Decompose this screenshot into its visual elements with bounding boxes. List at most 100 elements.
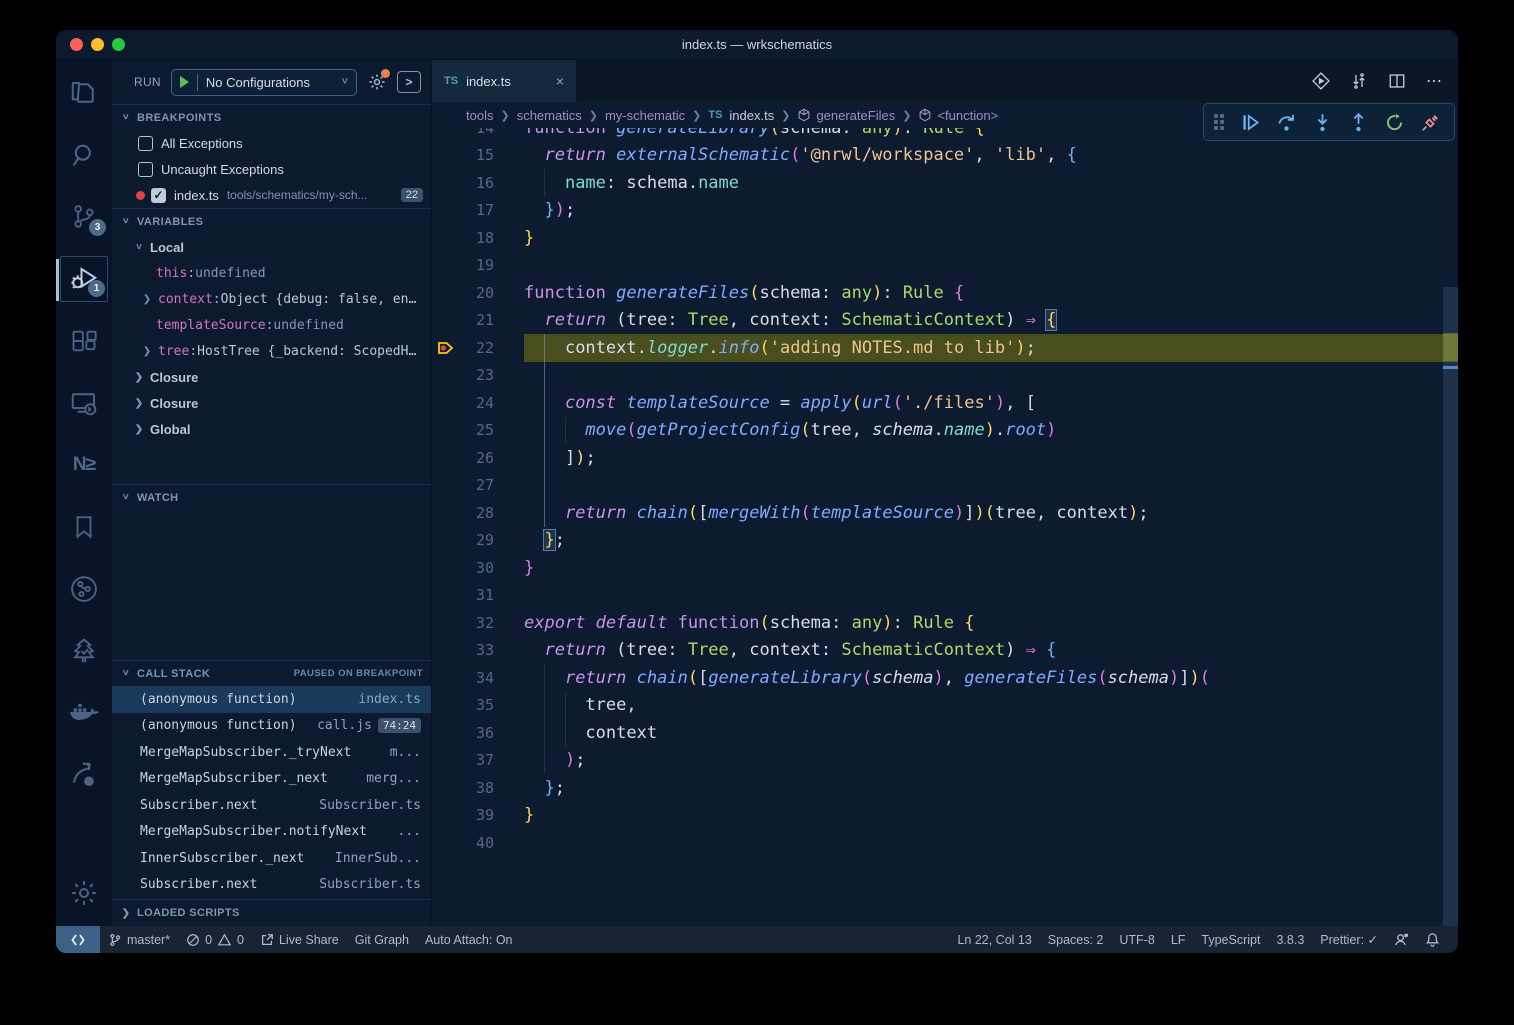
restart-button[interactable] <box>1385 113 1404 132</box>
code-line[interactable]: 24 const templateSource = apply(url('./f… <box>432 389 1458 417</box>
run-debug-icon[interactable]: 1 <box>60 256 108 302</box>
breadcrumb-item[interactable]: my-schematic <box>605 108 685 123</box>
cursor-position-status[interactable]: Ln 22, Col 13 <box>949 926 1039 953</box>
call-stack-frame[interactable]: InnerSubscriber._nextInnerSub... <box>112 845 431 872</box>
open-changes-icon[interactable] <box>1350 72 1368 90</box>
step-into-button[interactable] <box>1313 113 1332 132</box>
explorer-icon[interactable] <box>60 70 108 116</box>
notifications-bell-icon[interactable] <box>1417 926 1448 953</box>
chevron-right-icon[interactable]: ❯ <box>132 424 146 435</box>
code-line[interactable]: 40 <box>432 829 1458 857</box>
code-line[interactable]: 15 return externalSchematic('@nrwl/works… <box>432 142 1458 170</box>
code-area[interactable]: 14function generateLibrary(schema: any):… <box>432 114 1458 926</box>
code-line[interactable]: 25 move(getProjectConfig(tree, schema.na… <box>432 417 1458 445</box>
code-line[interactable]: 21 return (tree: Tree, context: Schemati… <box>432 307 1458 335</box>
live-share-button[interactable]: Live Share <box>252 926 347 953</box>
git-graph-button[interactable]: Git Graph <box>347 926 417 953</box>
variable-scope-row[interactable]: ❯Closure <box>112 364 431 390</box>
docker-icon[interactable] <box>60 690 108 736</box>
chevron-right-icon[interactable]: ❯ <box>132 398 146 409</box>
continue-button[interactable] <box>1241 113 1260 132</box>
typescript-version-status[interactable]: 3.8.3 <box>1268 926 1312 953</box>
chevron-down-icon[interactable]: ˅ <box>132 242 146 253</box>
gitlens-icon[interactable] <box>60 752 108 798</box>
close-window-button[interactable] <box>70 38 83 51</box>
code-line[interactable]: 28 return chain([mergeWith(templateSourc… <box>432 499 1458 527</box>
call-stack-frame[interactable]: Subscriber.nextSubscriber.ts <box>112 872 431 899</box>
variable-scope-row[interactable]: ˅Local <box>112 234 431 260</box>
code-line[interactable]: 36 context <box>432 719 1458 747</box>
paused-breakpoint-arrow-icon[interactable] <box>432 340 458 356</box>
code-line[interactable]: 38 }; <box>432 774 1458 802</box>
launch-config-dropdown[interactable]: No Configurations ˅ <box>171 69 357 96</box>
debug-settings-button[interactable] <box>367 72 387 92</box>
code-line[interactable]: 33 return (tree: Tree, context: Schemati… <box>432 637 1458 665</box>
git-branch-status[interactable]: master* <box>100 926 178 953</box>
code-line[interactable]: 16 name: schema.name <box>432 169 1458 197</box>
code-line[interactable]: 27 <box>432 472 1458 500</box>
extensions-icon[interactable] <box>60 318 108 364</box>
code-line[interactable]: 34 return chain([generateLibrary(schema)… <box>432 664 1458 692</box>
todo-tree-icon[interactable] <box>60 628 108 674</box>
start-debug-icon[interactable] <box>180 76 189 88</box>
source-control-icon[interactable]: 3 <box>60 194 108 240</box>
variable-row[interactable]: this: undefined <box>112 260 431 286</box>
watch-section-header[interactable]: ˅ WATCH <box>112 484 431 510</box>
breakpoint-row[interactable]: Uncaught Exceptions <box>112 156 431 182</box>
step-over-button[interactable] <box>1277 113 1296 132</box>
call-stack-frame[interactable]: Subscriber.nextSubscriber.ts <box>112 792 431 819</box>
disconnect-button[interactable] <box>1421 113 1440 132</box>
problems-status[interactable]: 0 0 <box>178 926 252 953</box>
code-line[interactable]: 32export default function(schema: any): … <box>432 609 1458 637</box>
code-line[interactable]: 35 tree, <box>432 692 1458 720</box>
code-line[interactable]: 29 }; <box>432 527 1458 555</box>
call-stack-frame[interactable]: MergeMapSubscriber._tryNextm... <box>112 739 431 766</box>
debug-console-button[interactable]: > <box>397 71 421 93</box>
step-out-button[interactable] <box>1349 113 1368 132</box>
code-line[interactable]: 22 context.logger.info('adding NOTES.md … <box>432 334 1458 362</box>
code-line[interactable]: 18} <box>432 224 1458 252</box>
remote-indicator[interactable] <box>56 926 100 953</box>
breakpoints-section-header[interactable]: ˅ BREAKPOINTS <box>112 104 431 130</box>
drag-grip[interactable] <box>1214 114 1224 130</box>
variable-row[interactable]: ❯context: Object {debug: false, en… <box>112 286 431 312</box>
variables-section-header[interactable]: ˅ VARIABLES <box>112 208 431 234</box>
search-icon[interactable] <box>60 132 108 178</box>
chevron-right-icon[interactable]: ❯ <box>140 294 154 305</box>
breakpoint-checkbox[interactable]: ✓ <box>151 188 166 203</box>
code-line[interactable]: 31 <box>432 582 1458 610</box>
code-line[interactable]: 37 ); <box>432 747 1458 775</box>
breakpoint-checkbox[interactable] <box>138 136 153 151</box>
call-stack-frame[interactable]: (anonymous function)call.js74:24 <box>112 713 431 740</box>
indentation-status[interactable]: Spaces: 2 <box>1040 926 1112 953</box>
eol-status[interactable]: LF <box>1163 926 1194 953</box>
auto-attach-status[interactable]: Auto Attach: On <box>417 926 521 953</box>
code-line[interactable]: 26 ]); <box>432 444 1458 472</box>
breadcrumb-item[interactable]: tools <box>466 108 493 123</box>
code-line[interactable]: 19 <box>432 252 1458 280</box>
encoding-status[interactable]: UTF-8 <box>1111 926 1162 953</box>
remote-explorer-icon[interactable] <box>60 380 108 426</box>
variable-row[interactable]: ❯tree: HostTree {_backend: ScopedH… <box>112 338 431 364</box>
breakpoint-checkbox[interactable] <box>138 162 153 177</box>
more-actions-icon[interactable]: ⋯ <box>1426 71 1444 91</box>
breakpoint-row[interactable]: All Exceptions <box>112 130 431 156</box>
variable-scope-row[interactable]: ❯Global <box>112 416 431 442</box>
variable-scope-row[interactable]: ❯Closure <box>112 390 431 416</box>
editor-scrollbar[interactable] <box>1443 287 1458 926</box>
loaded-scripts-section-header[interactable]: ❯ LOADED SCRIPTS <box>112 899 431 926</box>
nx-console-icon[interactable]: N≥ <box>60 442 108 488</box>
code-line[interactable]: 39} <box>432 802 1458 830</box>
chevron-right-icon[interactable]: ❯ <box>140 346 154 357</box>
language-mode-status[interactable]: TypeScript <box>1193 926 1268 953</box>
chevron-right-icon[interactable]: ❯ <box>132 372 146 383</box>
minimize-window-button[interactable] <box>91 38 104 51</box>
settings-gear-icon[interactable] <box>60 870 108 916</box>
tab-index-ts[interactable]: TS index.ts × <box>432 60 577 102</box>
bookmarks-icon[interactable] <box>60 504 108 550</box>
code-line[interactable]: 30} <box>432 554 1458 582</box>
prettier-status[interactable]: Prettier: ✓ <box>1312 926 1386 953</box>
variable-row[interactable]: templateSource: undefined <box>112 312 431 338</box>
code-line[interactable]: 20function generateFiles(schema: any): R… <box>432 279 1458 307</box>
breadcrumb-item[interactable]: generateFiles <box>797 108 895 123</box>
